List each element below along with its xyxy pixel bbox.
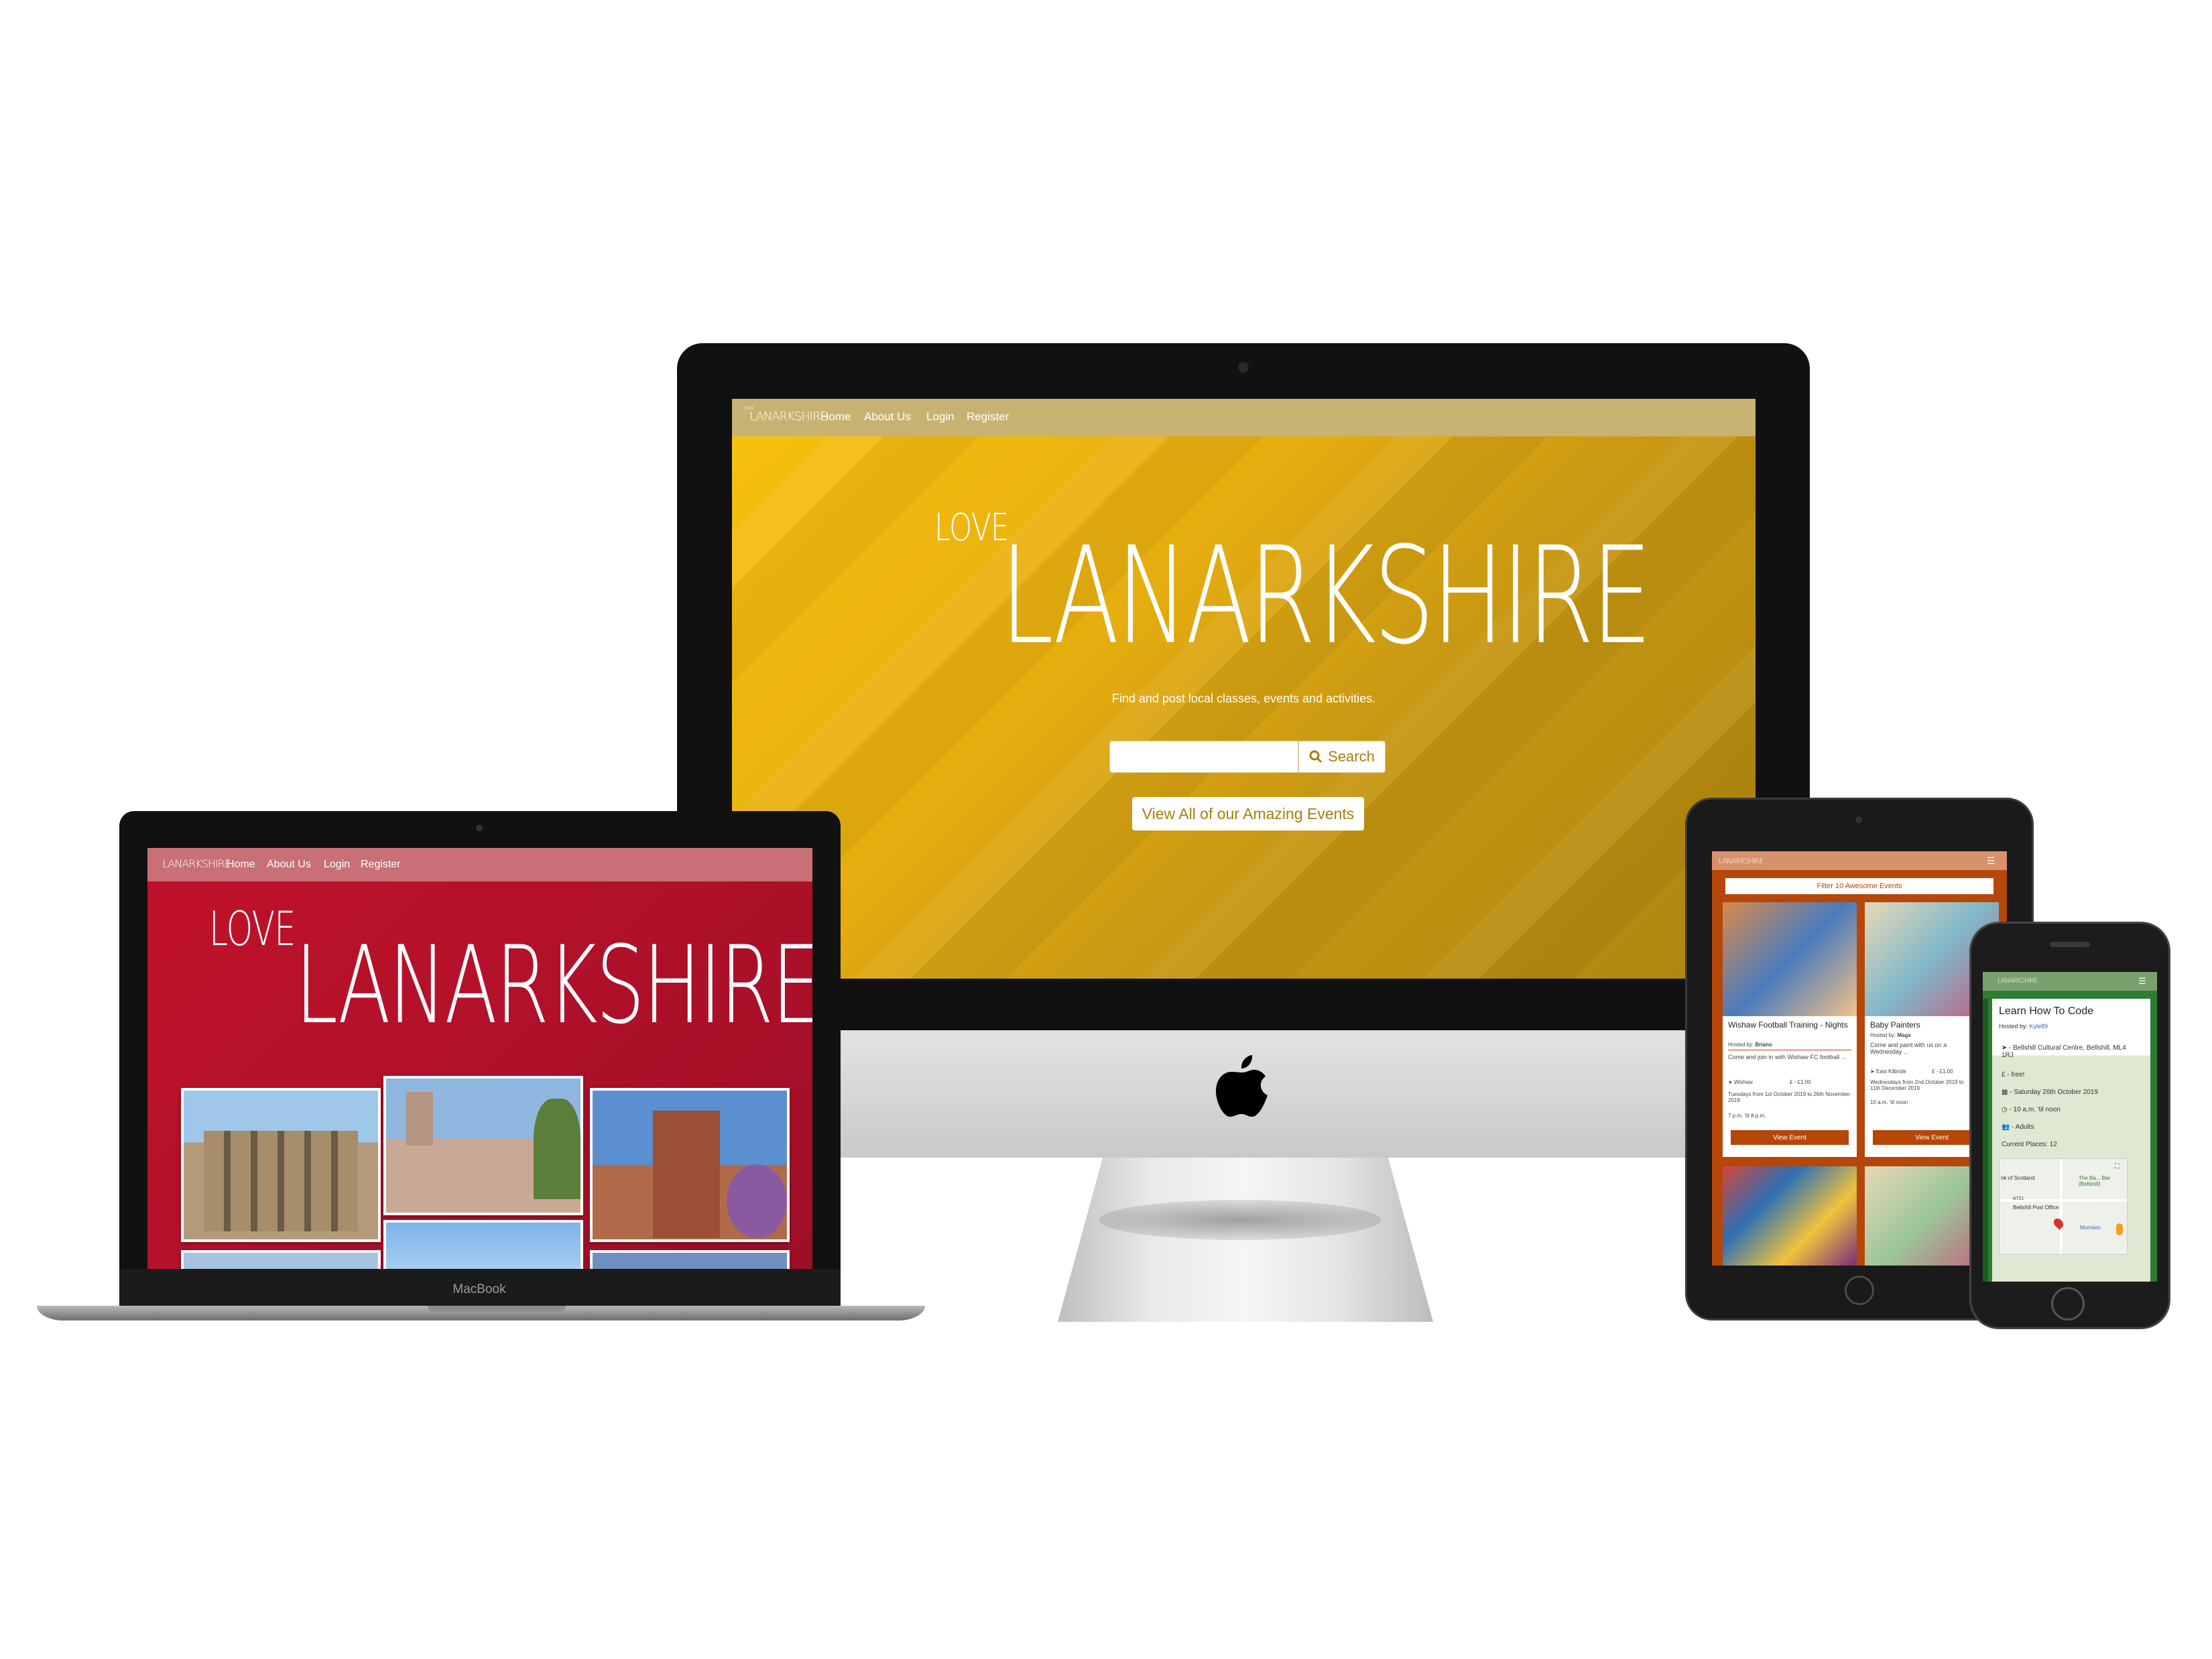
- event-card-host[interactable]: Briano: [1755, 1042, 1772, 1048]
- ipad-nav-logo[interactable]: LANARKSHIRE: [1719, 857, 1764, 865]
- event-places: Current Places: 12: [2002, 1141, 2057, 1148]
- macbook-hero-title: LANARKSHIRE: [295, 922, 812, 1048]
- iphone-screen: LANARKSHIRE ☰ Learn How To Code Hosted b…: [1983, 972, 2157, 1282]
- event-card-price: £ - £1.00: [1932, 1068, 1953, 1074]
- photo-street[interactable]: [590, 1250, 790, 1269]
- host-prefix: Hosted by:: [1999, 1023, 2028, 1030]
- macbook-nav-logo[interactable]: LANARKSHIRE: [162, 857, 231, 870]
- macbook-nav-login-link[interactable]: Login: [324, 859, 350, 871]
- filter-button-label: Filter 10 Awesome Events: [1817, 882, 1902, 890]
- host-prefix: Hosted by:: [1870, 1032, 1896, 1038]
- macbook-screen: LANARKSHIRE Home About Us Login Register…: [147, 848, 812, 1269]
- photo-town-hall[interactable]: [181, 1088, 381, 1242]
- hero-tagline: Find and post local classes, events and …: [1111, 692, 1376, 705]
- event-card-image[interactable]: [1723, 902, 1857, 1016]
- macbook-nav-about-link[interactable]: About Us: [267, 859, 311, 871]
- nav-register-link[interactable]: Register: [967, 410, 1009, 424]
- map-label: A721: [2013, 1196, 2024, 1201]
- photo-church[interactable]: [383, 1076, 583, 1215]
- event-location: ➤ - Bellshill Cultural Centre, Bellshill…: [2002, 1044, 2126, 1059]
- hero-title: LANARKSHIRE: [1000, 518, 1652, 674]
- event-card-time: 7 p.m. 'til 8 p.m.: [1728, 1113, 1766, 1119]
- macbook-hero-love: LOVE: [209, 902, 296, 957]
- event-host-link[interactable]: Kyle89: [2030, 1023, 2048, 1030]
- apple-logo-icon: [1216, 1055, 1268, 1117]
- hamburger-menu-icon[interactable]: ☰: [1987, 855, 1995, 867]
- fullscreen-icon[interactable]: ⛶: [2115, 1163, 2119, 1170]
- map-label: Morrison: [2080, 1225, 2101, 1231]
- event-card-location: ➤ Wishaw: [1728, 1079, 1753, 1085]
- event-map[interactable]: nk of Scotland The Ba... Bar (Bellshill)…: [1999, 1158, 2128, 1255]
- event-card-dates: Tuesdays from 1st October 2019 to 26th N…: [1728, 1091, 1851, 1103]
- imac-screen: LOVE LANARKSHIRE Home About Us Login Reg…: [732, 399, 1756, 979]
- event-card-price: £ - £1.00: [1790, 1079, 1811, 1085]
- search-input[interactable]: [1109, 741, 1298, 773]
- iphone-nav-logo[interactable]: LANARKSHIRE: [1998, 977, 2038, 985]
- hero-love-text: LOVE: [934, 506, 1009, 550]
- photo-castle[interactable]: [590, 1088, 790, 1242]
- event-card-description: Come and paint with us on a Wednesday ..…: [1870, 1042, 1947, 1055]
- event-title: Learn How To Code: [1999, 1005, 2094, 1017]
- nav-about-link[interactable]: About Us: [864, 410, 911, 424]
- map-pin-icon[interactable]: [2052, 1217, 2065, 1230]
- search-button[interactable]: Search: [1298, 741, 1386, 773]
- event-card-title: Wishaw Football Training - Nights: [1728, 1020, 1848, 1030]
- photo-sky[interactable]: [181, 1250, 381, 1269]
- macbook-camera: [476, 824, 483, 831]
- imac-navbar: LOVE LANARKSHIRE Home About Us Login Reg…: [732, 399, 1756, 436]
- map-label: Bellshill Post Office: [2013, 1205, 2059, 1211]
- iphone-navbar: LANARKSHIRE ☰: [1983, 972, 2157, 991]
- view-all-events-button[interactable]: View All of our Amazing Events: [1132, 797, 1364, 831]
- map-label: The Ba... Bar (Bellshill): [2079, 1175, 2111, 1187]
- ipad-camera: [1855, 816, 1862, 823]
- filter-events-button[interactable]: Filter 10 Awesome Events: [1725, 878, 1993, 894]
- event-time: ◷ - 10 a.m. 'til noon: [2002, 1106, 2061, 1113]
- event-date: ▦ - Saturday 26th October 2019: [2002, 1089, 2098, 1096]
- ipad-home-button[interactable]: [1845, 1276, 1874, 1305]
- event-card-time: 10 a.m. 'til noon: [1870, 1099, 1908, 1105]
- search-button-label: Search: [1328, 748, 1375, 765]
- iphone-home-button[interactable]: [2051, 1287, 2085, 1320]
- host-prefix: Hosted by:: [1728, 1042, 1754, 1048]
- nav-login-link[interactable]: Login: [926, 410, 955, 424]
- hamburger-menu-icon[interactable]: ☰: [2138, 976, 2146, 987]
- event-card-description: Come and join in with Wishaw FC football…: [1728, 1054, 1847, 1060]
- imac-camera: [1238, 362, 1249, 373]
- event-card-host[interactable]: Mags: [1897, 1032, 1910, 1038]
- event-card: Wishaw Football Training - Nights Hosted…: [1723, 902, 1857, 1157]
- ipad-screen: LANARKSHIRE ☰ Filter 10 Awesome Events W…: [1712, 851, 2007, 1266]
- macbook-nav-register-link[interactable]: Register: [361, 859, 401, 871]
- event-price: £ - free!: [2002, 1071, 2025, 1079]
- view-event-button[interactable]: View Event: [1731, 1130, 1849, 1145]
- event-card-location: ➤ East Kilbride: [1870, 1068, 1906, 1074]
- iphone-speaker: [2050, 942, 2090, 947]
- macbook-label: MacBook: [452, 1282, 506, 1296]
- macbook-navbar: LANARKSHIRE Home About Us Login Register: [147, 848, 812, 881]
- search-icon: [1309, 750, 1323, 763]
- event-detail-card: Learn How To Code Hosted by: Kyle89 ➤ - …: [1992, 999, 2150, 1282]
- event-card-dates: Wednesdays from 2nd October 2019 to 11th…: [1870, 1079, 1964, 1091]
- macbook-nav-home-link[interactable]: Home: [227, 859, 255, 871]
- photo-jumper[interactable]: [383, 1220, 583, 1269]
- nav-logo[interactable]: LANARKSHIRE: [749, 410, 828, 424]
- nav-home-link[interactable]: Home: [820, 410, 851, 424]
- street-view-icon[interactable]: [2116, 1223, 2123, 1235]
- event-card-image[interactable]: [1723, 1166, 1857, 1266]
- ipad-navbar: LANARKSHIRE ☰: [1712, 851, 2007, 870]
- map-label: nk of Scotland: [2001, 1175, 2035, 1181]
- event-audience: 👥 - Adults: [2002, 1123, 2034, 1131]
